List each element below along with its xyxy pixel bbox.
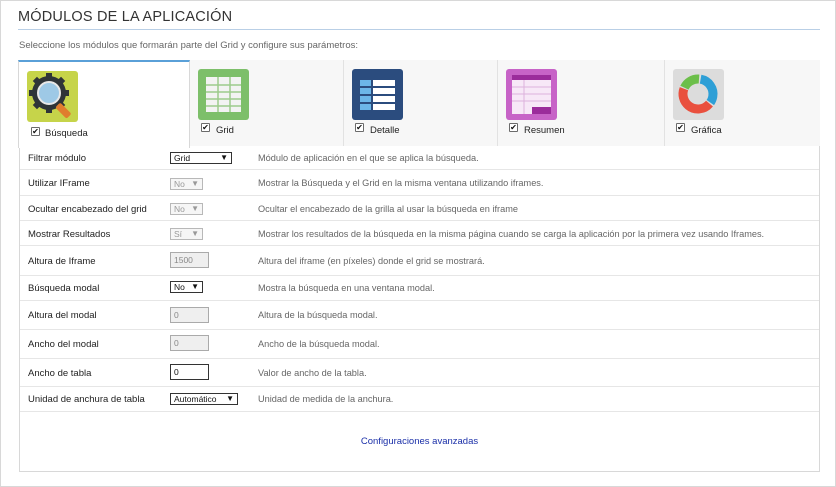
tab-grafica[interactable]: ✔ Gráfica xyxy=(665,60,820,147)
setting-label: Unidad de anchura de tabla xyxy=(28,394,145,405)
setting-description: Ancho de la búsqueda modal. xyxy=(258,339,380,349)
chevron-down-icon: ▼ xyxy=(191,204,199,213)
setting-label: Ancho del modal xyxy=(28,339,99,350)
altura-modal-input[interactable]: 0 xyxy=(170,307,209,323)
tab-resumen-checkbox[interactable]: ✔ xyxy=(509,123,518,132)
chevron-down-icon: ▼ xyxy=(191,229,199,238)
setting-label: Utilizar IFrame xyxy=(28,178,90,189)
ocultar-encabezado-select[interactable]: No ▼ xyxy=(170,203,203,215)
setting-description: Mostra la búsqueda en una ventana modal. xyxy=(258,283,435,293)
tab-grafica-checkbox[interactable]: ✔ xyxy=(676,123,685,132)
advanced-settings-link[interactable]: Configuraciones avanzadas xyxy=(20,436,819,447)
tab-busqueda-checkbox[interactable]: ✔ xyxy=(31,127,40,136)
grid-table-icon xyxy=(198,69,249,120)
select-value: No xyxy=(174,204,185,214)
setting-description: Unidad de medida de la anchura. xyxy=(258,394,394,404)
setting-label: Altura de Iframe xyxy=(28,256,96,267)
select-value: Sí xyxy=(174,229,183,239)
donut-chart-icon xyxy=(673,69,724,120)
unidad-anchura-select[interactable]: Automático ▼ xyxy=(170,393,238,405)
tab-grid-label: Grid xyxy=(216,125,234,136)
ancho-modal-input[interactable]: 0 xyxy=(170,335,209,351)
chevron-down-icon: ▼ xyxy=(191,179,199,188)
page-subtitle: Seleccione los módulos que formarán part… xyxy=(19,40,359,51)
tab-grid[interactable]: ✔ Grid xyxy=(190,60,344,147)
modules-panel: MÓDULOS DE LA APLICACIÓN Seleccione los … xyxy=(0,0,836,487)
setting-description: Mostrar los resultados de la búsqueda en… xyxy=(258,229,765,239)
tab-busqueda-label: Búsqueda xyxy=(45,128,88,139)
chevron-down-icon: ▼ xyxy=(191,282,199,291)
setting-description: Mostrar la Búsqueda y el Grid en la mism… xyxy=(258,178,544,188)
setting-row-utilizar-iframe: Utilizar IFrame No ▼ Mostrar la Búsqueda … xyxy=(20,170,819,196)
select-value: Grid xyxy=(174,153,191,163)
magnifier-gear-icon xyxy=(27,71,78,122)
tab-busqueda[interactable]: ✔ Búsqueda xyxy=(18,60,190,148)
tab-detalle[interactable]: ✔ Detalle xyxy=(344,60,498,147)
setting-description: Módulo de aplicación en el que se aplica… xyxy=(258,153,479,163)
tab-detalle-checkbox[interactable]: ✔ xyxy=(355,123,364,132)
setting-description: Ocultar el encabezado de la grilla al us… xyxy=(258,204,518,214)
setting-label: Ocultar encabezado del grid xyxy=(28,204,147,215)
filtrar-modulo-select[interactable]: Grid ▼ xyxy=(170,152,232,164)
tab-resumen-label: Resumen xyxy=(524,125,565,136)
title-divider xyxy=(18,29,820,30)
detail-list-icon xyxy=(352,69,403,120)
tab-detalle-label: Detalle xyxy=(370,125,400,136)
busqueda-modal-select[interactable]: No ▼ xyxy=(170,281,203,293)
select-value: No xyxy=(174,282,185,292)
select-value: No xyxy=(174,179,185,189)
tab-grid-checkbox[interactable]: ✔ xyxy=(201,123,210,132)
setting-row-ancho-modal: Ancho del modal 0 Ancho de la búsqueda m… xyxy=(20,330,819,359)
setting-row-altura-iframe: Altura de Iframe 1500 Altura del iframe … xyxy=(20,246,819,276)
ancho-tabla-input[interactable]: 0 xyxy=(170,364,209,380)
setting-description: Altura del iframe (en píxeles) donde el … xyxy=(258,256,485,266)
altura-iframe-input[interactable]: 1500 xyxy=(170,252,209,268)
search-settings-panel: Filtrar módulo Grid ▼ Módulo de aplicació… xyxy=(19,146,820,472)
setting-row-filtrar-modulo: Filtrar módulo Grid ▼ Módulo de aplicació… xyxy=(20,146,819,170)
setting-row-unidad-anchura: Unidad de anchura de tabla Automático ▼ U… xyxy=(20,387,819,412)
utilizar-iframe-select[interactable]: No ▼ xyxy=(170,178,203,190)
setting-label: Búsqueda modal xyxy=(28,283,100,294)
mostrar-resultados-select[interactable]: Sí ▼ xyxy=(170,228,203,240)
setting-label: Mostrar Resultados xyxy=(28,229,111,240)
setting-row-altura-modal: Altura del modal 0 Altura de la búsqueda… xyxy=(20,301,819,330)
tab-resumen[interactable]: ✔ Resumen xyxy=(498,60,665,147)
setting-label: Altura del modal xyxy=(28,310,97,321)
setting-label: Ancho de tabla xyxy=(28,368,92,379)
setting-description: Altura de la búsqueda modal. xyxy=(258,310,378,320)
setting-row-ocultar-encabezado: Ocultar encabezado del grid No ▼ Ocultar … xyxy=(20,196,819,221)
setting-description: Valor de ancho de la tabla. xyxy=(258,368,367,378)
chevron-down-icon: ▼ xyxy=(220,153,228,162)
tab-grafica-label: Gráfica xyxy=(691,125,722,136)
page-title: MÓDULOS DE LA APLICACIÓN xyxy=(18,9,233,25)
setting-label: Filtrar módulo xyxy=(28,153,87,164)
chevron-down-icon: ▼ xyxy=(226,394,234,403)
setting-row-busqueda-modal: Búsqueda modal No ▼ Mostra la búsqueda en… xyxy=(20,276,819,301)
select-value: Automático xyxy=(174,394,217,404)
setting-row-ancho-tabla: Ancho de tabla 0 Valor de ancho de la ta… xyxy=(20,359,819,387)
setting-row-mostrar-resultados: Mostrar Resultados Sí ▼ Mostrar los resul… xyxy=(20,221,819,246)
summary-table-icon xyxy=(506,69,557,120)
